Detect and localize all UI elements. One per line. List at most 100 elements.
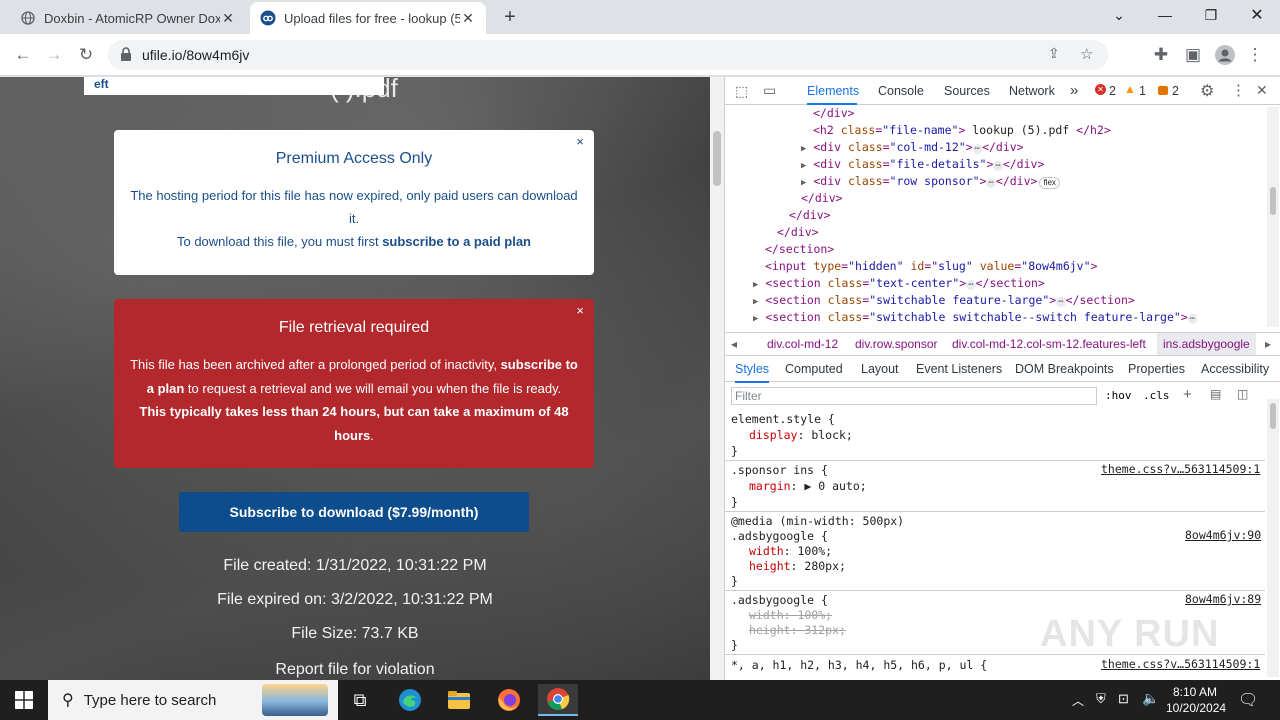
- tab-elements[interactable]: Elements: [807, 77, 859, 105]
- styles-scrollbar[interactable]: [1267, 399, 1279, 677]
- tab-event-listeners[interactable]: Event Listeners: [916, 357, 1002, 381]
- forward-icon[interactable]: →: [41, 42, 67, 68]
- profile-icon[interactable]: [1212, 42, 1238, 68]
- chrome-icon[interactable]: [538, 684, 578, 716]
- new-tab-button[interactable]: +: [498, 5, 522, 29]
- tab-console[interactable]: Console: [878, 77, 924, 105]
- breadcrumb-item[interactable]: div.col-md-12: [767, 333, 838, 355]
- scroll-left-icon[interactable]: ◂: [731, 333, 737, 355]
- filter-input[interactable]: Filter: [731, 387, 1097, 405]
- tab-accessibility[interactable]: Accessibility: [1201, 357, 1269, 381]
- firefox-icon[interactable]: [489, 684, 529, 716]
- dom-scrollbar[interactable]: [1267, 107, 1279, 327]
- dom-node[interactable]: </div>: [813, 105, 855, 122]
- breadcrumb-item[interactable]: div.row.sponsor: [855, 333, 937, 355]
- menu-kebab-icon[interactable]: ⋮: [1242, 42, 1268, 68]
- hover-toggle[interactable]: :hov: [1105, 389, 1132, 402]
- taskbar-search[interactable]: ⚲ Type here to search: [48, 680, 338, 720]
- css-declaration[interactable]: margin: ▶ 0 auto;: [749, 478, 867, 494]
- class-toggle[interactable]: .cls: [1143, 389, 1170, 402]
- breadcrumb-item-selected[interactable]: ins.adsbygoogle: [1157, 333, 1256, 355]
- css-selector[interactable]: .sponsor ins {: [731, 462, 828, 478]
- maximize-button[interactable]: ❐: [1188, 0, 1234, 30]
- dom-node[interactable]: ▶ <div class="col-md-12"> ⋯ </div>: [801, 139, 1024, 156]
- css-selector[interactable]: .adsbygoogle {: [731, 528, 828, 544]
- device-toolbar-icon[interactable]: ▭: [763, 82, 776, 99]
- close-window-button[interactable]: ✕: [1234, 0, 1280, 30]
- tab-sources[interactable]: Sources: [944, 77, 990, 105]
- page-scrollbar[interactable]: [710, 77, 724, 680]
- dom-node[interactable]: </div>: [777, 224, 819, 241]
- tab-properties[interactable]: Properties: [1128, 357, 1185, 381]
- close-icon[interactable]: ×: [576, 303, 584, 318]
- subscribe-button[interactable]: Subscribe to download ($7.99/month): [179, 492, 529, 532]
- devtools-menu-icon[interactable]: ⋮: [1231, 81, 1246, 99]
- close-icon[interactable]: ×: [576, 134, 584, 149]
- scroll-right-icon[interactable]: ▸: [1265, 333, 1271, 355]
- css-overridden-declaration[interactable]: width: 100%;: [749, 607, 832, 623]
- tray-chevron-icon[interactable]: ︿: [1072, 692, 1084, 709]
- css-overridden-declaration[interactable]: height: 312px;: [749, 622, 846, 638]
- css-declaration[interactable]: display: block;: [749, 427, 853, 443]
- tab-ufile[interactable]: Upload files for free - lookup (5) ✕: [250, 2, 486, 34]
- network-icon[interactable]: ⊡: [1118, 691, 1129, 707]
- bookmark-star-icon[interactable]: ☆: [1080, 45, 1093, 63]
- paint-icon[interactable]: ▤: [1210, 387, 1221, 401]
- report-link[interactable]: Report file for violation: [0, 661, 710, 679]
- css-source-link[interactable]: theme.css?v…563114509:1: [1101, 657, 1260, 671]
- tab-layout[interactable]: Layout: [861, 357, 899, 381]
- css-declaration[interactable]: height: 280px;: [749, 558, 846, 574]
- dom-node[interactable]: ▶ <div class="row sponsor"> ⋯ </div> flex: [801, 173, 1060, 190]
- side-panel-icon[interactable]: ▣: [1180, 42, 1206, 68]
- css-source-link[interactable]: theme.css?v…563114509:1: [1101, 462, 1260, 476]
- volume-icon[interactable]: 🔈: [1142, 690, 1159, 707]
- extensions-icon[interactable]: ✚: [1148, 42, 1174, 68]
- close-tab-icon[interactable]: ✕: [460, 10, 476, 26]
- subscribe-link[interactable]: subscribe to a paid plan: [382, 234, 531, 249]
- back-icon[interactable]: ←: [10, 42, 36, 68]
- edge-icon[interactable]: [390, 684, 430, 716]
- taskbar-clock[interactable]: 8:10 AM 10/20/2024: [1166, 684, 1226, 716]
- css-source-link[interactable]: 8ow4m6jv:90: [1185, 528, 1261, 542]
- dom-node[interactable]: ▶ <section class="text-center"> ⋯ </sectio…: [753, 275, 1045, 292]
- warning-count[interactable]: 1: [1139, 77, 1146, 105]
- settings-gear-icon[interactable]: ⚙: [1200, 81, 1214, 101]
- security-tray-icon[interactable]: ⛨: [1096, 691, 1106, 707]
- dom-node[interactable]: ▶ <div class="file-details"> ⋯ </div>: [801, 156, 1044, 173]
- css-selector[interactable]: element.style {: [731, 411, 835, 427]
- dom-node[interactable]: ▶ <section class="switchable feature-lar…: [753, 292, 1135, 309]
- tab-search-icon[interactable]: ⌄: [1096, 0, 1142, 30]
- dom-node[interactable]: </div>: [789, 207, 831, 224]
- dom-node[interactable]: <h2 class="file-name"> lookup (5).pdf </…: [813, 122, 1111, 139]
- dom-node[interactable]: </section>: [765, 241, 834, 258]
- sidebar-toggle-icon[interactable]: ◫: [1237, 387, 1248, 401]
- issues-count[interactable]: 2: [1172, 77, 1179, 105]
- notifications-icon[interactable]: 🗨: [1238, 690, 1258, 710]
- error-count[interactable]: 2: [1109, 77, 1116, 105]
- minimize-button[interactable]: —: [1142, 0, 1188, 30]
- inspect-element-icon[interactable]: ⬚: [735, 83, 748, 100]
- close-devtools-icon[interactable]: ✕: [1256, 82, 1268, 99]
- task-view-icon[interactable]: ⧉: [340, 684, 380, 716]
- close-tab-icon[interactable]: ✕: [220, 10, 236, 26]
- tab-network[interactable]: Network: [1009, 77, 1055, 105]
- dom-node[interactable]: </div>: [801, 190, 843, 207]
- share-icon[interactable]: ⇪: [1048, 45, 1060, 62]
- windows-start-icon[interactable]: [4, 684, 44, 716]
- css-source-link[interactable]: 8ow4m6jv:89: [1185, 592, 1261, 606]
- breadcrumb-item[interactable]: div.col-md-12.col-sm-12.features-left: [952, 333, 1146, 355]
- flex-badge[interactable]: flex: [1039, 177, 1060, 189]
- dom-node[interactable]: <input type="hidden" id="slug" value="8o…: [765, 258, 1097, 275]
- more-tabs-button[interactable]: »: [1070, 77, 1078, 105]
- reload-icon[interactable]: ↻: [73, 42, 99, 68]
- tab-computed[interactable]: Computed: [785, 357, 843, 381]
- scrollbar-thumb[interactable]: [713, 131, 721, 186]
- css-selector[interactable]: *, a, h1, h2, h3, h4, h5, h6, p, ul {: [731, 657, 987, 673]
- file-explorer-icon[interactable]: [439, 684, 479, 716]
- dom-node[interactable]: ▶ <section class="switchable switchable-…: [753, 309, 1198, 326]
- tab-doxbin[interactable]: Doxbin - AtomicRP Owner Dox ✕: [10, 2, 246, 34]
- tab-styles[interactable]: Styles: [735, 357, 770, 383]
- tab-dom-breakpoints[interactable]: DOM Breakpoints: [1015, 357, 1114, 381]
- new-rule-icon[interactable]: +: [1183, 386, 1192, 403]
- css-declaration[interactable]: width: 100%;: [749, 543, 832, 559]
